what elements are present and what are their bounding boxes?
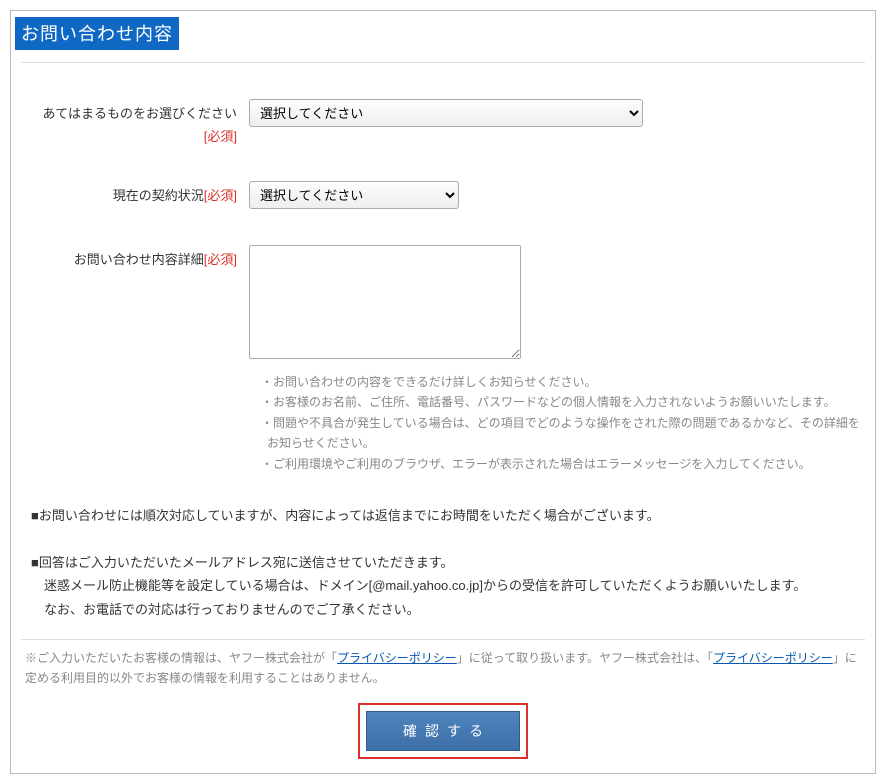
button-area: 確認する bbox=[11, 703, 875, 759]
note-line: ・ご利用環境やご利用のブラウザ、エラーが表示された場合はエラーメッセージを入力し… bbox=[261, 454, 861, 474]
row-contract: 現在の契約状況[必須] 選択してください bbox=[11, 181, 875, 209]
note-line: ・問題や不具合が発生している場合は、どの項目でどのような操作をされた際の問題であ… bbox=[261, 413, 861, 454]
label-category: あてはまるものをお選びください [必須] bbox=[17, 99, 249, 145]
field-detail bbox=[249, 245, 875, 362]
info-block: ■お問い合わせには順次対応していますが、内容によっては返信までにお時間をいただく… bbox=[31, 504, 855, 621]
row-detail: お問い合わせ内容詳細[必須] bbox=[11, 245, 875, 362]
note-line: ・お客様のお名前、ご住所、電話番号、パスワードなどの個人情報を入力されないようお… bbox=[261, 392, 861, 412]
category-select[interactable]: 選択してください bbox=[249, 99, 643, 127]
field-category: 選択してください bbox=[249, 99, 875, 127]
info-line-3: 迷惑メール防止機能等を設定している場合は、ドメイン[@mail.yahoo.co… bbox=[44, 574, 855, 597]
label-contract: 現在の契約状況[必須] bbox=[17, 181, 249, 204]
row-category: あてはまるものをお選びください [必須] 選択してください bbox=[11, 99, 875, 145]
required-badge: [必須] bbox=[204, 252, 237, 267]
privacy-pre: ※ご入力いただいたお客様の情報は、ヤフー株式会社が「 bbox=[25, 651, 337, 665]
detail-notes: ・お問い合わせの内容をできるだけ詳しくお知らせください。 ・お客様のお名前、ご住… bbox=[261, 372, 875, 474]
confirm-button-highlight: 確認する bbox=[358, 703, 528, 759]
label-detail: お問い合わせ内容詳細[必須] bbox=[17, 245, 249, 268]
label-detail-text: お問い合わせ内容詳細 bbox=[74, 252, 204, 267]
info-line-1: ■お問い合わせには順次対応していますが、内容によっては返信までにお時間をいただく… bbox=[31, 504, 855, 527]
detail-textarea[interactable] bbox=[249, 245, 521, 359]
required-badge: [必須] bbox=[204, 188, 237, 203]
label-contract-text: 現在の契約状況 bbox=[113, 188, 204, 203]
divider bbox=[21, 639, 865, 640]
required-badge: [必須] bbox=[17, 126, 237, 145]
info-line-4: なお、お電話での対応は行っておりませんのでご了承ください。 bbox=[44, 598, 855, 621]
privacy-policy-link[interactable]: プライバシーポリシー bbox=[713, 651, 833, 665]
contract-select[interactable]: 選択してください bbox=[249, 181, 459, 209]
divider bbox=[21, 62, 865, 63]
privacy-mid: 」に従って取り扱います。ヤフー株式会社は、「 bbox=[457, 651, 713, 665]
note-line: ・お問い合わせの内容をできるだけ詳しくお知らせください。 bbox=[261, 372, 861, 392]
section-title: お問い合わせ内容 bbox=[15, 17, 179, 50]
form-panel: お問い合わせ内容 あてはまるものをお選びください [必須] 選択してください 現… bbox=[10, 10, 876, 774]
privacy-note: ※ご入力いただいたお客様の情報は、ヤフー株式会社が「プライバシーポリシー」に従っ… bbox=[25, 648, 861, 689]
confirm-button[interactable]: 確認する bbox=[366, 711, 520, 751]
label-category-text: あてはまるものをお選びください bbox=[43, 106, 237, 121]
form-body: あてはまるものをお選びください [必須] 選択してください 現在の契約状況[必須… bbox=[11, 99, 875, 474]
field-contract: 選択してください bbox=[249, 181, 875, 209]
privacy-policy-link[interactable]: プライバシーポリシー bbox=[337, 651, 457, 665]
info-line-2: ■回答はご入力いただいたメールアドレス宛に送信させていただきます。 bbox=[31, 551, 855, 574]
